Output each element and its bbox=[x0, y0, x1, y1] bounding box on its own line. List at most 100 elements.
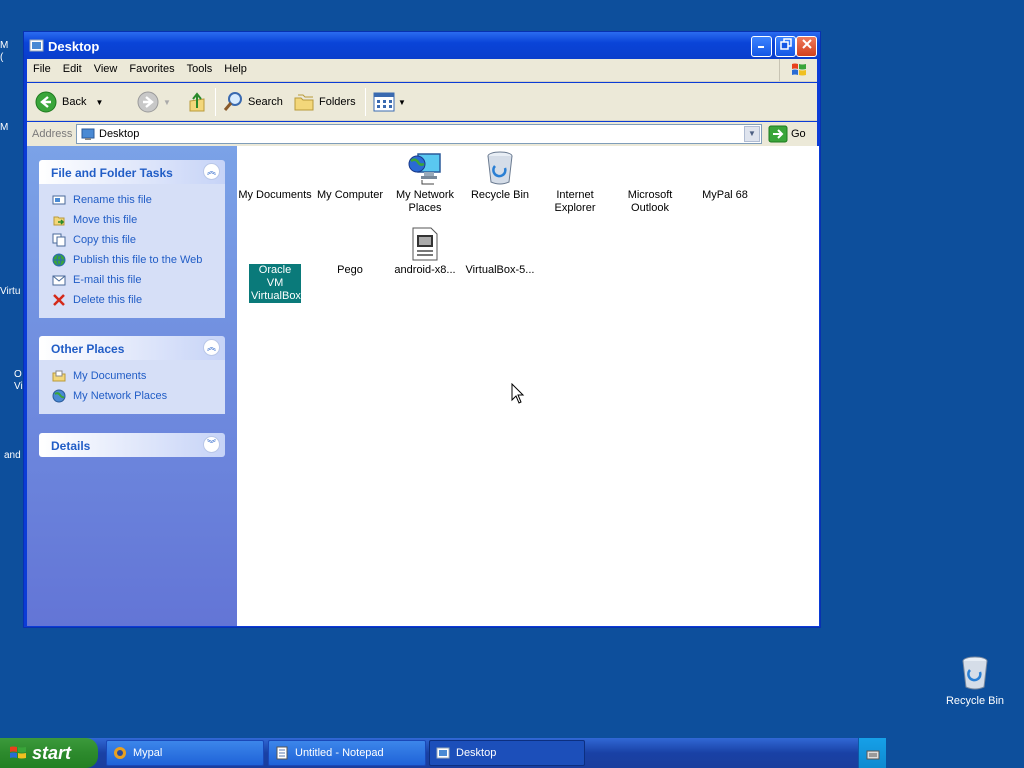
details-header[interactable]: Details ︾ bbox=[39, 433, 225, 457]
item-label: Microsoft Outlook bbox=[627, 189, 673, 214]
mypal-taskbar-icon bbox=[114, 747, 126, 759]
mouse-cursor-icon bbox=[511, 383, 525, 404]
views-dropdown-icon[interactable]: ▼ bbox=[398, 98, 406, 107]
taskbar-item-desktop[interactable]: Desktop bbox=[429, 740, 585, 766]
collapse-chevron-icon[interactable]: ︽ bbox=[203, 163, 220, 180]
minimize-button[interactable] bbox=[751, 36, 772, 57]
desktop-icon-fragment[interactable]: O bbox=[14, 369, 22, 380]
go-button[interactable]: Go bbox=[768, 124, 806, 144]
start-button[interactable]: start bbox=[0, 738, 98, 768]
taskbar-item-mypal[interactable]: Mypal bbox=[106, 740, 264, 766]
item-label: Pego bbox=[337, 264, 363, 276]
file-folder-tasks-body: Rename this file Move this file Copy thi… bbox=[39, 184, 225, 318]
item-pego[interactable]: Pego bbox=[312, 221, 388, 277]
file-folder-tasks-panel: File and Folder Tasks ︽ Rename this file… bbox=[39, 160, 225, 318]
forward-button[interactable]: ▼ bbox=[137, 90, 171, 114]
menu-favorites[interactable]: Favorites bbox=[123, 59, 180, 81]
item-label: My Computer bbox=[316, 189, 384, 201]
taskbar-item-label: Mypal bbox=[133, 747, 163, 759]
menu-file[interactable]: File bbox=[27, 59, 57, 81]
pego-icon bbox=[312, 221, 388, 261]
item-mypal-68[interactable]: MyPal 68 bbox=[687, 146, 763, 202]
notepad-taskbar-icon bbox=[276, 746, 288, 760]
desktop-icon-fragment[interactable]: Vi bbox=[14, 381, 23, 392]
address-label: Address bbox=[32, 128, 73, 140]
task-label: Move this file bbox=[73, 214, 138, 226]
forward-arrow-icon bbox=[137, 91, 159, 113]
network-globe-icon bbox=[51, 388, 67, 404]
item-internet-explorer[interactable]: Internet Explorer bbox=[537, 146, 613, 215]
desktop-icon bbox=[81, 128, 95, 140]
menu-tools[interactable]: Tools bbox=[181, 59, 219, 81]
keyboard-tray-icon[interactable] bbox=[866, 750, 880, 760]
delete-x-icon bbox=[51, 292, 67, 308]
address-bar: Address Desktop ▼ Go bbox=[27, 122, 817, 146]
taskbar-item-notepad[interactable]: Untitled - Notepad bbox=[268, 740, 426, 766]
task-label: Publish this file to the Web bbox=[73, 254, 203, 266]
close-button[interactable] bbox=[796, 36, 817, 57]
item-android-x86[interactable]: android-x8... bbox=[387, 221, 463, 277]
place-label: My Documents bbox=[73, 370, 147, 382]
item-microsoft-outlook[interactable]: Microsoft Outlook bbox=[612, 146, 688, 215]
place-label: My Network Places bbox=[73, 390, 168, 402]
desktop-recycle-bin[interactable]: Recycle Bin bbox=[940, 656, 1010, 707]
desktop-icon-fragment[interactable]: M bbox=[0, 40, 8, 51]
iso-file-icon bbox=[387, 221, 463, 261]
back-arrow-icon bbox=[35, 91, 57, 113]
details-panel: Details ︾ bbox=[39, 433, 225, 457]
back-button[interactable]: Back ▼ bbox=[35, 90, 103, 114]
desktop-icon-fragment[interactable]: ( bbox=[0, 52, 3, 63]
desktop-icon-fragment[interactable]: and bbox=[4, 450, 21, 461]
item-my-network-places[interactable]: My Network Places bbox=[387, 146, 463, 215]
task-move-file[interactable]: Move this file bbox=[51, 210, 225, 230]
item-oracle-vm-virtualbox[interactable]: Oracle VM VirtualBox bbox=[237, 221, 313, 303]
menu-bar: File Edit View Favorites Tools Help bbox=[27, 59, 817, 82]
item-label: android-x8... bbox=[394, 264, 456, 276]
item-my-computer[interactable]: My Computer bbox=[312, 146, 388, 202]
expand-chevron-icon[interactable]: ︾ bbox=[203, 436, 220, 453]
standard-toolbar: Back ▼ ▼ Search Folders ▼ bbox=[27, 83, 817, 121]
globe-icon bbox=[51, 252, 67, 268]
place-my-documents[interactable]: My Documents bbox=[51, 366, 225, 386]
microsoft-outlook-icon bbox=[612, 146, 688, 186]
menu-edit[interactable]: Edit bbox=[57, 59, 88, 81]
item-virtualbox-installer[interactable]: VirtualBox-5... bbox=[462, 221, 538, 277]
address-value: Desktop bbox=[99, 128, 140, 140]
title-bar[interactable]: Desktop bbox=[24, 32, 820, 59]
other-places-body: My Documents My Network Places bbox=[39, 360, 225, 414]
maximize-button[interactable] bbox=[775, 36, 796, 57]
address-dropdown-button[interactable]: ▼ bbox=[744, 126, 760, 142]
search-button[interactable]: Search bbox=[222, 90, 283, 114]
up-folder-button[interactable] bbox=[187, 90, 207, 114]
desktop-icon-fragment[interactable]: Virtu bbox=[0, 286, 20, 297]
menu-view[interactable]: View bbox=[88, 59, 124, 81]
views-button[interactable]: ▼ bbox=[373, 90, 406, 114]
desktop-icon-fragment[interactable]: M bbox=[0, 122, 8, 133]
item-label: MyPal 68 bbox=[702, 189, 748, 201]
task-email-file[interactable]: E-mail this file bbox=[51, 270, 225, 290]
other-places-header[interactable]: Other Places ︽ bbox=[39, 336, 225, 360]
address-input[interactable]: Desktop ▼ bbox=[76, 124, 762, 144]
place-my-network-places[interactable]: My Network Places bbox=[51, 386, 225, 406]
item-label: My Documents bbox=[238, 189, 312, 201]
file-folder-tasks-header[interactable]: File and Folder Tasks ︽ bbox=[39, 160, 225, 184]
task-delete-file[interactable]: Delete this file bbox=[51, 290, 225, 310]
my-documents-icon bbox=[237, 146, 313, 186]
other-places-panel: Other Places ︽ My Documents My Network P… bbox=[39, 336, 225, 414]
menu-help[interactable]: Help bbox=[218, 59, 253, 81]
task-copy-file[interactable]: Copy this file bbox=[51, 230, 225, 250]
my-documents-icon bbox=[51, 368, 67, 384]
item-recycle-bin[interactable]: Recycle Bin bbox=[462, 146, 538, 202]
go-label: Go bbox=[791, 128, 806, 140]
item-my-documents[interactable]: My Documents bbox=[237, 146, 313, 202]
task-publish-web[interactable]: Publish this file to the Web bbox=[51, 250, 225, 270]
back-dropdown-icon[interactable]: ▼ bbox=[95, 98, 103, 107]
panel-title: File and Folder Tasks bbox=[51, 166, 173, 180]
search-icon bbox=[223, 92, 242, 111]
task-rename-file[interactable]: Rename this file bbox=[51, 190, 225, 210]
my-network-places-icon bbox=[387, 146, 463, 186]
folders-button[interactable]: Folders bbox=[293, 90, 356, 114]
collapse-chevron-icon[interactable]: ︽ bbox=[203, 339, 220, 356]
toolbar-separator bbox=[365, 88, 366, 116]
restore-icon bbox=[779, 38, 792, 50]
